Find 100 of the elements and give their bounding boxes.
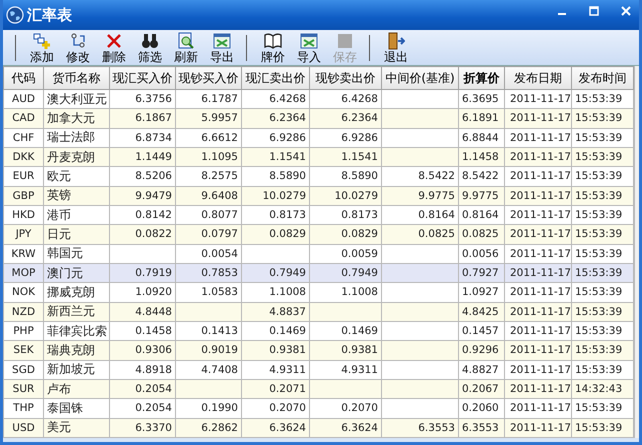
- table-cell: 8.5890: [341, 170, 378, 182]
- table-cell: 1.0920: [135, 286, 172, 298]
- table-cell: 4.8918: [135, 364, 172, 376]
- table-cell: 15:53:39: [575, 286, 622, 298]
- maximize-icon[interactable]: [589, 6, 599, 16]
- table-cell: 15:53:39: [575, 132, 622, 144]
- table-cell: SEK: [13, 344, 34, 356]
- toolbar-button[interactable]: 修改: [63, 32, 93, 64]
- table-cell: 2011-11-17: [510, 402, 572, 414]
- table-cell: 15:53:39: [575, 306, 622, 318]
- table-cell: 0.2054: [135, 402, 172, 414]
- table-cell: 1.1449: [135, 151, 172, 164]
- table-cell: 4.8448: [135, 306, 172, 318]
- table-row[interactable]: GBP 英镑 9.9479 9.6408 10.0279 10.0279 9.9775 9.9775 2011-11-17 15:53:39: [4, 186, 634, 206]
- column-header[interactable]: 现钞卖出价: [310, 66, 382, 90]
- table-cell: 0.2070: [341, 402, 378, 414]
- table-cell: MOP: [12, 267, 36, 280]
- table-cell: 2011-11-17: [510, 170, 572, 182]
- table-cell: CHF: [12, 132, 34, 144]
- toolbar-button[interactable]: 刷新: [171, 32, 201, 64]
- table-cell: 6.1891: [462, 112, 499, 124]
- toolbar-button[interactable]: 删除: [99, 32, 129, 64]
- table-cell: 6.3624: [269, 422, 306, 434]
- column-header[interactable]: 现汇买入价: [110, 66, 176, 90]
- table-cell: 15:53:39: [575, 325, 622, 338]
- table-cell: 1.0583: [201, 286, 238, 298]
- column-header[interactable]: 发布时间: [572, 66, 634, 90]
- table-cell: 9.6408: [201, 190, 238, 202]
- table-cell: 0.0059: [341, 248, 378, 260]
- table-row[interactable]: THP 泰国铢 0.2054 0.1990 0.2070 0.2070 0.2060 2011-11-17 15:53:39: [4, 398, 634, 418]
- table-cell: 6.9286: [341, 132, 378, 144]
- table-row[interactable]: EUR 欧元 8.5206 8.2575 8.5890 8.5890 8.5422 8.5422 2011-11-17 15:53:39: [4, 166, 634, 186]
- table-cell: 2011-11-17: [510, 132, 572, 144]
- table-cell: 4.9311: [341, 364, 378, 376]
- column-header[interactable]: 中间价(基准): [382, 66, 458, 90]
- table-cell: 6.8844: [462, 132, 499, 144]
- toolbar-button[interactable]: 添加: [27, 32, 57, 64]
- table-cell: GBP: [12, 190, 34, 202]
- table-cell: 2011-11-17: [510, 151, 572, 164]
- book-icon: [264, 32, 282, 50]
- table-cell: 15:53:39: [575, 170, 622, 182]
- toolbar-button[interactable]: 筛选: [135, 32, 165, 64]
- table-row[interactable]: MOP 澳门元 0.7919 0.7853 0.7949 0.7949 0.7927 2011-11-17 15:53:39: [4, 263, 634, 283]
- toolbar-button[interactable]: 牌价: [258, 32, 288, 64]
- table-cell: 0.7919: [135, 267, 172, 280]
- table-row[interactable]: NZD 新西兰元 4.8448 4.8837 4.8425 2011-11-17 15:53:39: [4, 302, 634, 322]
- table-cell: 6.4268: [341, 93, 378, 106]
- table-cell: 丹麦克朗: [47, 150, 95, 164]
- table-cell: 0.1458: [135, 325, 172, 338]
- table-cell: 6.2862: [201, 422, 238, 434]
- table-cell: 9.9479: [135, 190, 172, 202]
- table-cell: 0.8164: [418, 209, 455, 222]
- table-cell: 0.2054: [135, 383, 172, 396]
- table-cell: 0.1469: [269, 325, 306, 338]
- column-header[interactable]: 货币名称: [44, 66, 110, 90]
- table-cell: NOK: [12, 286, 35, 298]
- table-cell: 6.2364: [341, 112, 378, 124]
- table-cell: 0.0054: [201, 248, 238, 260]
- table-row[interactable]: SUR 卢布 0.2054 0.2071 0.2067 2011-11-17 14:32:43: [4, 379, 634, 399]
- column-header[interactable]: 发布日期: [504, 66, 572, 90]
- table-cell: 4.7408: [201, 364, 238, 376]
- column-header[interactable]: 现汇卖出价: [242, 66, 310, 90]
- table-cell: 2011-11-17: [510, 383, 572, 396]
- table-cell: 挪威克朗: [47, 284, 95, 299]
- table-cell: 6.3553: [462, 422, 499, 434]
- table-cell: 8.2575: [201, 170, 238, 182]
- edit-icon: [69, 32, 87, 50]
- table-row[interactable]: CAD 加拿大元 6.1867 5.9957 6.2364 6.2364 6.1891 2011-11-17 15:53:39: [4, 108, 634, 128]
- table-cell: 15:53:39: [575, 402, 622, 414]
- table-cell: CAD: [12, 112, 35, 124]
- table-cell: 0.0825: [418, 228, 455, 240]
- table-cell: SGD: [12, 364, 35, 376]
- table-row[interactable]: USD 美元 6.3370 6.2862 6.3624 6.3624 6.3553 6.3553 2011-11-17 15:53:39: [4, 418, 634, 438]
- toolbar-button[interactable]: 退出: [381, 32, 411, 64]
- table-row[interactable]: DKK 丹麦克朗 1.1449 1.1095 1.1541 1.1541 1.1458 2011-11-17 15:53:39: [4, 147, 634, 167]
- table-row[interactable]: SGD 新加坡元 4.8918 4.7408 4.9311 4.9311 4.8827 2011-11-17 15:53:39: [4, 360, 634, 380]
- table-row[interactable]: CHF 瑞士法郎 6.8734 6.6612 6.9286 6.9286 6.8844 2011-11-17 15:53:39: [4, 128, 634, 148]
- save-icon: [336, 32, 354, 50]
- table-row[interactable]: JPY 日元 0.0822 0.0797 0.0829 0.0829 0.0825 0.0825 2011-11-17 15:53:39: [4, 224, 634, 244]
- table-row[interactable]: SEK 瑞典克朗 0.9306 0.9019 0.9381 0.9381 0.9296 2011-11-17 15:53:39: [4, 340, 634, 360]
- add-icon: [33, 32, 51, 50]
- toolbar-button[interactable]: 导入: [294, 32, 324, 64]
- toolbar-button[interactable]: 导出: [207, 32, 237, 64]
- table-cell: 4.8827: [462, 364, 499, 376]
- table-cell: 英镑: [47, 188, 71, 202]
- table-cell: 4.8837: [269, 306, 306, 318]
- table-cell: HKD: [12, 209, 35, 222]
- table-row[interactable]: KRW 韩国元 0.0054 0.0059 0.0056 2011-11-17 15:53:39: [4, 244, 634, 264]
- table-cell: 0.8142: [135, 209, 172, 222]
- column-header[interactable]: 折算价: [458, 66, 504, 90]
- table-row[interactable]: NOK 挪威克朗 1.0920 1.0583 1.1008 1.1008 1.0927 2011-11-17 15:53:39: [4, 282, 634, 302]
- table-cell: 6.4268: [269, 93, 306, 106]
- table-cell: THP: [13, 402, 34, 414]
- table-cell: 0.8173: [341, 209, 378, 222]
- column-header[interactable]: 代码: [4, 66, 44, 90]
- close-icon[interactable]: [621, 6, 631, 16]
- column-header[interactable]: 现钞买入价: [176, 66, 242, 90]
- table-cell: 2011-11-17: [510, 248, 572, 260]
- table-cell: 美元: [47, 420, 71, 434]
- table-cell: 2011-11-17: [510, 422, 572, 434]
